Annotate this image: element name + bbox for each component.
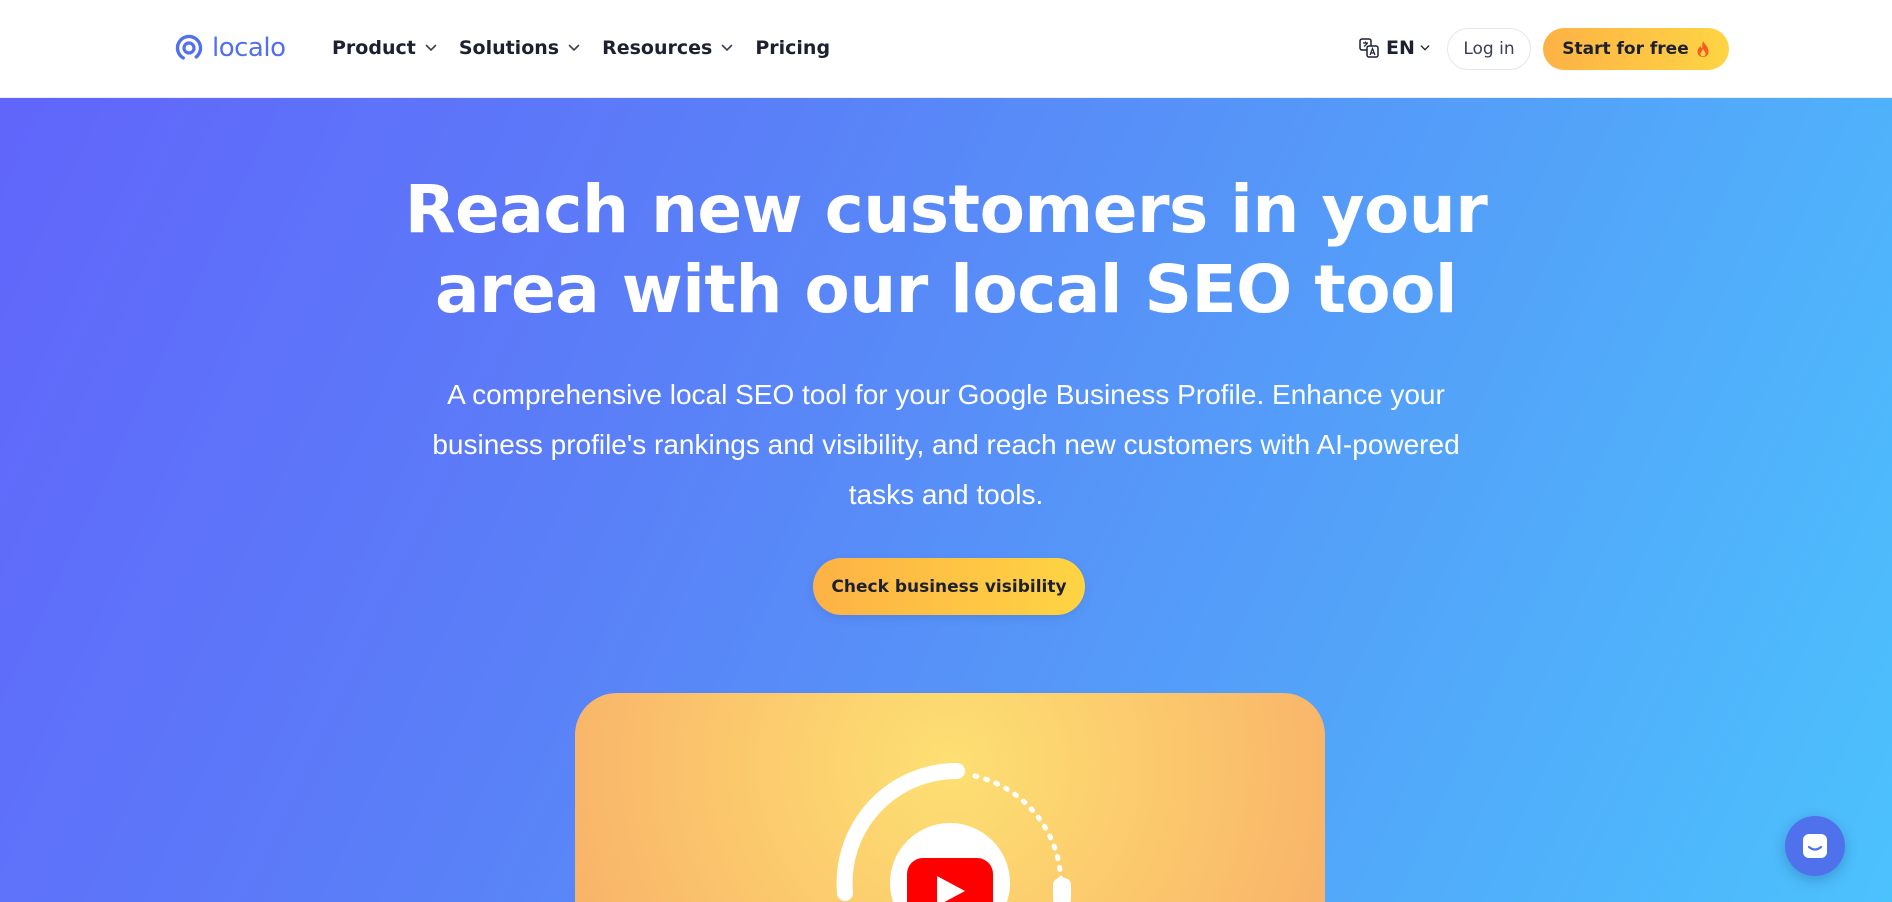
logo-wordmark: localo <box>212 33 286 63</box>
nav-item-product[interactable]: Product <box>332 37 437 59</box>
location-pin-logo-icon <box>175 34 203 62</box>
translate-icon <box>1359 38 1379 58</box>
chevron-down-icon <box>425 44 437 52</box>
youtube-play-icon[interactable] <box>907 858 993 902</box>
headline-line-1: Reach new customers in your <box>404 171 1488 248</box>
nav-item-resources[interactable]: Resources <box>602 37 733 59</box>
fire-icon <box>1697 41 1709 57</box>
hero-section: Reach new customers in your area with ou… <box>0 98 1892 902</box>
chevron-down-icon <box>568 44 580 52</box>
start-button-label: Start for free <box>1562 39 1689 59</box>
nav-item-label: Pricing <box>755 37 831 59</box>
nav-item-label: Resources <box>602 37 713 59</box>
check-business-visibility-button[interactable]: Check business visibility <box>813 558 1085 615</box>
top-navigation-bar: localo Product Solutions Resources Prici… <box>0 0 1892 98</box>
nav-item-label: Solutions <box>458 37 560 59</box>
video-preview-card[interactable] <box>575 693 1325 902</box>
video-illustration <box>836 762 1071 902</box>
localo-logo[interactable]: localo <box>172 28 286 68</box>
nav-item-solutions[interactable]: Solutions <box>459 37 580 59</box>
start-for-free-button[interactable]: Start for free <box>1543 28 1729 70</box>
headline-line-2: area with our local SEO tool <box>434 251 1458 328</box>
log-in-button[interactable]: Log in <box>1447 28 1531 70</box>
chat-bubble-icon <box>1803 834 1827 858</box>
main-nav: Product Solutions Resources Pricing <box>332 30 852 66</box>
language-selector[interactable]: EN <box>1358 32 1430 64</box>
chevron-down-icon <box>1420 45 1430 51</box>
nav-item-label: Product <box>332 37 416 59</box>
hero-subtitle: A comprehensive local SEO tool for your … <box>432 379 1460 510</box>
nav-item-pricing[interactable]: Pricing <box>755 37 830 59</box>
language-code: EN <box>1386 37 1415 59</box>
chevron-down-icon <box>722 44 733 52</box>
hero-headline: Reach new customers in your area with ou… <box>0 170 1892 330</box>
chat-launcher-button[interactable] <box>1785 816 1845 876</box>
